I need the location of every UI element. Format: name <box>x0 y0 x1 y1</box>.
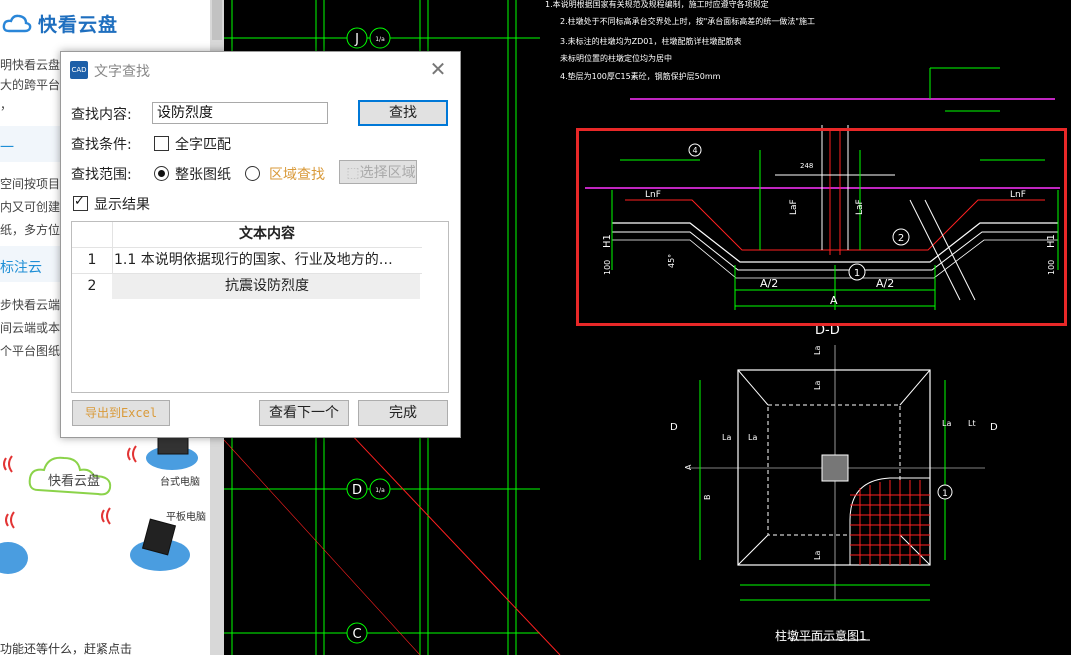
show-results-checkbox[interactable] <box>73 194 88 211</box>
search-result-highlight <box>576 128 1067 326</box>
select-area-icon: ⬚ <box>346 165 360 181</box>
table-row[interactable]: 2 抗震设防烈度 <box>72 273 422 299</box>
find-condition-label: 查找条件: <box>71 137 132 153</box>
svg-text:2.柱墩处于不同标高承台交界处上时，按"承台面标高差的统一做: 2.柱墩处于不同标高承台交界处上时，按"承台面标高差的统一做法"施工 <box>560 16 815 26</box>
device-label: 平板电脑 <box>166 512 206 523</box>
range-whole-label[interactable]: 整张图纸 <box>175 164 231 184</box>
row-text: 1.1 本说明依据现行的国家、行业及地方的… <box>114 252 393 268</box>
scrollbar-thumb[interactable] <box>212 0 222 40</box>
results-table[interactable]: 文本内容 1 1.1 本说明依据现行的国家、行业及地方的… 2 抗震设防烈度 <box>71 221 449 393</box>
cad-linework <box>699 380 946 641</box>
svg-text:La: La <box>813 346 822 355</box>
svg-text:3.未标注的柱墩均为ZD01，柱墩配筋详柱墩配筋表: 3.未标注的柱墩均为ZD01，柱墩配筋详柱墩配筋表 <box>560 36 741 46</box>
plan-dimensions: La La La La A B La Lt La <box>684 346 976 560</box>
export-excel-button[interactable]: 导出到Excel <box>72 400 170 426</box>
svg-text:La: La <box>748 433 757 442</box>
rebar-grid <box>850 480 930 565</box>
svg-text:La: La <box>813 551 822 560</box>
svg-text:1: 1 <box>942 489 948 499</box>
plan-callout: 1 <box>937 484 953 500</box>
svg-text:D: D <box>352 483 362 498</box>
device-label: 快看云盘 <box>48 474 101 489</box>
svg-text:4.垫层为100厚C15素砼，钢筋保护层50mm: 4.垫层为100厚C15素砼，钢筋保护层50mm <box>560 71 721 81</box>
axis-bubble: C <box>346 622 368 644</box>
select-area-label: 选择区域 <box>359 165 416 181</box>
svg-text:未标明位置的柱墩定位均为居中: 未标明位置的柱墩定位均为居中 <box>560 53 672 63</box>
intro-line: ， <box>0 98 13 112</box>
svg-text:Lt: Lt <box>968 419 976 428</box>
svg-text:1/a: 1/a <box>375 487 385 494</box>
svg-text:1/a: 1/a <box>375 36 385 43</box>
svg-text:La: La <box>722 433 731 442</box>
plan-tag: D <box>670 422 678 433</box>
plan-tag: D <box>990 422 998 433</box>
show-results-label[interactable]: 显示结果 <box>94 194 150 214</box>
svg-text:A: A <box>684 464 693 470</box>
find-range-label: 查找范围: <box>71 167 132 183</box>
section-line: 个平台图纸 <box>0 344 61 358</box>
find-button[interactable]: 查找 <box>358 100 448 126</box>
plan-title: 柱墩平面示意图1 <box>775 628 867 643</box>
svg-text:J: J <box>354 32 359 47</box>
app-icon: CAD <box>70 61 88 79</box>
table-row[interactable]: 1 1.1 本说明依据现行的国家、行业及地方的… <box>72 247 422 273</box>
dialog-title: 文字查找 <box>94 64 150 80</box>
results-header: 文本内容 <box>239 226 295 242</box>
row-number: 1 <box>87 252 97 268</box>
select-area-button[interactable]: ⬚选择区域 <box>339 160 417 184</box>
range-area-label[interactable]: 区域查找 <box>269 164 325 184</box>
find-content-label: 查找内容: <box>71 107 132 123</box>
brand-header: 快看云盘 <box>0 9 118 37</box>
svg-text:C: C <box>352 627 361 642</box>
svg-text:B: B <box>703 495 712 501</box>
cad-linework <box>690 345 985 600</box>
view-next-button[interactable]: 查看下一个 <box>259 400 349 426</box>
range-area-radio[interactable] <box>245 166 260 181</box>
device-label: 台式电脑 <box>160 477 200 488</box>
cloud-logo-icon <box>2 14 32 33</box>
brand-name: 快看云盘 <box>38 13 119 36</box>
dialog-titlebar[interactable]: CAD 文字查找 ✕ <box>61 52 460 88</box>
section-heading: 标注云 <box>0 260 42 276</box>
done-button[interactable]: 完成 <box>358 400 448 426</box>
find-content-input[interactable]: 设防烈度 <box>152 102 328 124</box>
whole-word-checkbox[interactable] <box>154 136 169 151</box>
svg-text:La: La <box>942 419 951 428</box>
close-icon[interactable]: ✕ <box>426 58 450 82</box>
promo-bottom-text: 功能还等什么，赶紧点击 <box>0 642 133 655</box>
design-notes: 1.本说明根据国家有关规范及规程编制，施工时应遵守各项规定 2.柱墩处于不同标高… <box>545 0 815 81</box>
whole-word-label[interactable]: 全字匹配 <box>175 134 231 154</box>
row-number: 2 <box>87 278 97 294</box>
section-heading: 一 <box>0 140 14 156</box>
row-text: 抗震设防烈度 <box>112 274 420 299</box>
text-search-dialog: CAD 文字查找 ✕ 查找内容: 设防烈度 查找 查找条件: 全字匹配 查找范围… <box>60 51 461 438</box>
svg-text:La: La <box>813 381 822 390</box>
range-whole-radio[interactable] <box>154 166 169 181</box>
svg-text:1.本说明根据国家有关规范及规程编制，施工时应遵守各项规定: 1.本说明根据国家有关规范及规程编制，施工时应遵守各项规定 <box>545 0 769 9</box>
